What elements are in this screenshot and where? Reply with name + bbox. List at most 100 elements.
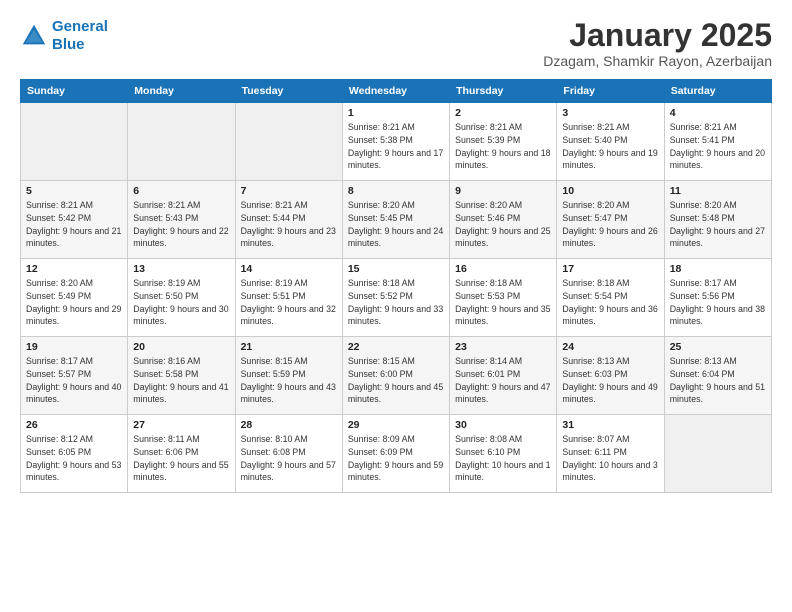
day-detail: Sunrise: 8:13 AMSunset: 6:03 PMDaylight:… (562, 355, 658, 406)
day-number: 29 (348, 419, 444, 431)
cell-w1-d5: 2 Sunrise: 8:21 AMSunset: 5:39 PMDayligh… (450, 103, 557, 181)
day-detail: Sunrise: 8:18 AMSunset: 5:54 PMDaylight:… (562, 277, 658, 328)
day-detail: Sunrise: 8:18 AMSunset: 5:53 PMDaylight:… (455, 277, 551, 328)
header-monday: Monday (128, 80, 235, 103)
week-row-5: 26 Sunrise: 8:12 AMSunset: 6:05 PMDaylig… (21, 415, 772, 493)
day-number: 9 (455, 185, 551, 197)
day-number: 25 (670, 341, 766, 353)
day-detail: Sunrise: 8:16 AMSunset: 5:58 PMDaylight:… (133, 355, 229, 406)
cell-w1-d4: 1 Sunrise: 8:21 AMSunset: 5:38 PMDayligh… (342, 103, 449, 181)
day-detail: Sunrise: 8:20 AMSunset: 5:45 PMDaylight:… (348, 199, 444, 250)
day-detail: Sunrise: 8:14 AMSunset: 6:01 PMDaylight:… (455, 355, 551, 406)
cell-w5-d6: 31 Sunrise: 8:07 AMSunset: 6:11 PMDaylig… (557, 415, 664, 493)
calendar-title: January 2025 (543, 18, 772, 53)
day-detail: Sunrise: 8:19 AMSunset: 5:51 PMDaylight:… (241, 277, 337, 328)
cell-w3-d7: 18 Sunrise: 8:17 AMSunset: 5:56 PMDaylig… (664, 259, 771, 337)
day-number: 8 (348, 185, 444, 197)
header-wednesday: Wednesday (342, 80, 449, 103)
day-detail: Sunrise: 8:07 AMSunset: 6:11 PMDaylight:… (562, 433, 658, 484)
day-number: 5 (26, 185, 122, 197)
calendar-page: General Blue January 2025 Dzagam, Shamki… (0, 0, 792, 612)
calendar-subtitle: Dzagam, Shamkir Rayon, Azerbaijan (543, 53, 772, 69)
cell-w3-d3: 14 Sunrise: 8:19 AMSunset: 5:51 PMDaylig… (235, 259, 342, 337)
day-detail: Sunrise: 8:15 AMSunset: 6:00 PMDaylight:… (348, 355, 444, 406)
day-number: 12 (26, 263, 122, 275)
day-detail: Sunrise: 8:13 AMSunset: 6:04 PMDaylight:… (670, 355, 766, 406)
day-number: 18 (670, 263, 766, 275)
week-row-4: 19 Sunrise: 8:17 AMSunset: 5:57 PMDaylig… (21, 337, 772, 415)
logo-icon (20, 22, 48, 50)
day-number: 23 (455, 341, 551, 353)
header: General Blue January 2025 Dzagam, Shamki… (20, 18, 772, 69)
cell-w2-d2: 6 Sunrise: 8:21 AMSunset: 5:43 PMDayligh… (128, 181, 235, 259)
cell-w5-d2: 27 Sunrise: 8:11 AMSunset: 6:06 PMDaylig… (128, 415, 235, 493)
cell-w1-d6: 3 Sunrise: 8:21 AMSunset: 5:40 PMDayligh… (557, 103, 664, 181)
day-number: 14 (241, 263, 337, 275)
day-detail: Sunrise: 8:20 AMSunset: 5:48 PMDaylight:… (670, 199, 766, 250)
weekday-header-row: Sunday Monday Tuesday Wednesday Thursday… (21, 80, 772, 103)
cell-w2-d1: 5 Sunrise: 8:21 AMSunset: 5:42 PMDayligh… (21, 181, 128, 259)
day-detail: Sunrise: 8:21 AMSunset: 5:44 PMDaylight:… (241, 199, 337, 250)
week-row-3: 12 Sunrise: 8:20 AMSunset: 5:49 PMDaylig… (21, 259, 772, 337)
cell-w2-d3: 7 Sunrise: 8:21 AMSunset: 5:44 PMDayligh… (235, 181, 342, 259)
day-detail: Sunrise: 8:12 AMSunset: 6:05 PMDaylight:… (26, 433, 122, 484)
day-number: 31 (562, 419, 658, 431)
cell-w1-d2 (128, 103, 235, 181)
day-detail: Sunrise: 8:18 AMSunset: 5:52 PMDaylight:… (348, 277, 444, 328)
day-detail: Sunrise: 8:21 AMSunset: 5:38 PMDaylight:… (348, 121, 444, 172)
cell-w5-d4: 29 Sunrise: 8:09 AMSunset: 6:09 PMDaylig… (342, 415, 449, 493)
logo: General Blue (20, 18, 108, 54)
day-detail: Sunrise: 8:21 AMSunset: 5:43 PMDaylight:… (133, 199, 229, 250)
cell-w2-d5: 9 Sunrise: 8:20 AMSunset: 5:46 PMDayligh… (450, 181, 557, 259)
header-sunday: Sunday (21, 80, 128, 103)
day-number: 22 (348, 341, 444, 353)
header-friday: Friday (557, 80, 664, 103)
cell-w5-d7 (664, 415, 771, 493)
cell-w1-d1 (21, 103, 128, 181)
calendar-table: Sunday Monday Tuesday Wednesday Thursday… (20, 79, 772, 493)
cell-w4-d1: 19 Sunrise: 8:17 AMSunset: 5:57 PMDaylig… (21, 337, 128, 415)
day-detail: Sunrise: 8:10 AMSunset: 6:08 PMDaylight:… (241, 433, 337, 484)
week-row-1: 1 Sunrise: 8:21 AMSunset: 5:38 PMDayligh… (21, 103, 772, 181)
cell-w4-d7: 25 Sunrise: 8:13 AMSunset: 6:04 PMDaylig… (664, 337, 771, 415)
header-saturday: Saturday (664, 80, 771, 103)
cell-w3-d5: 16 Sunrise: 8:18 AMSunset: 5:53 PMDaylig… (450, 259, 557, 337)
day-number: 26 (26, 419, 122, 431)
cell-w3-d2: 13 Sunrise: 8:19 AMSunset: 5:50 PMDaylig… (128, 259, 235, 337)
header-thursday: Thursday (450, 80, 557, 103)
cell-w5-d3: 28 Sunrise: 8:10 AMSunset: 6:08 PMDaylig… (235, 415, 342, 493)
day-number: 16 (455, 263, 551, 275)
week-row-2: 5 Sunrise: 8:21 AMSunset: 5:42 PMDayligh… (21, 181, 772, 259)
day-detail: Sunrise: 8:20 AMSunset: 5:47 PMDaylight:… (562, 199, 658, 250)
day-number: 10 (562, 185, 658, 197)
cell-w4-d2: 20 Sunrise: 8:16 AMSunset: 5:58 PMDaylig… (128, 337, 235, 415)
day-number: 3 (562, 107, 658, 119)
day-detail: Sunrise: 8:17 AMSunset: 5:57 PMDaylight:… (26, 355, 122, 406)
day-detail: Sunrise: 8:11 AMSunset: 6:06 PMDaylight:… (133, 433, 229, 484)
day-number: 2 (455, 107, 551, 119)
logo-text: General Blue (52, 18, 108, 54)
cell-w5-d5: 30 Sunrise: 8:08 AMSunset: 6:10 PMDaylig… (450, 415, 557, 493)
cell-w4-d3: 21 Sunrise: 8:15 AMSunset: 5:59 PMDaylig… (235, 337, 342, 415)
cell-w3-d6: 17 Sunrise: 8:18 AMSunset: 5:54 PMDaylig… (557, 259, 664, 337)
day-detail: Sunrise: 8:19 AMSunset: 5:50 PMDaylight:… (133, 277, 229, 328)
day-number: 11 (670, 185, 766, 197)
day-detail: Sunrise: 8:20 AMSunset: 5:49 PMDaylight:… (26, 277, 122, 328)
cell-w5-d1: 26 Sunrise: 8:12 AMSunset: 6:05 PMDaylig… (21, 415, 128, 493)
day-number: 15 (348, 263, 444, 275)
day-number: 24 (562, 341, 658, 353)
day-detail: Sunrise: 8:21 AMSunset: 5:42 PMDaylight:… (26, 199, 122, 250)
title-block: January 2025 Dzagam, Shamkir Rayon, Azer… (543, 18, 772, 69)
cell-w2-d6: 10 Sunrise: 8:20 AMSunset: 5:47 PMDaylig… (557, 181, 664, 259)
day-detail: Sunrise: 8:09 AMSunset: 6:09 PMDaylight:… (348, 433, 444, 484)
day-number: 30 (455, 419, 551, 431)
day-detail: Sunrise: 8:21 AMSunset: 5:39 PMDaylight:… (455, 121, 551, 172)
cell-w4-d4: 22 Sunrise: 8:15 AMSunset: 6:00 PMDaylig… (342, 337, 449, 415)
day-number: 6 (133, 185, 229, 197)
day-number: 17 (562, 263, 658, 275)
cell-w2-d7: 11 Sunrise: 8:20 AMSunset: 5:48 PMDaylig… (664, 181, 771, 259)
cell-w1-d7: 4 Sunrise: 8:21 AMSunset: 5:41 PMDayligh… (664, 103, 771, 181)
day-number: 19 (26, 341, 122, 353)
day-detail: Sunrise: 8:20 AMSunset: 5:46 PMDaylight:… (455, 199, 551, 250)
day-detail: Sunrise: 8:21 AMSunset: 5:40 PMDaylight:… (562, 121, 658, 172)
